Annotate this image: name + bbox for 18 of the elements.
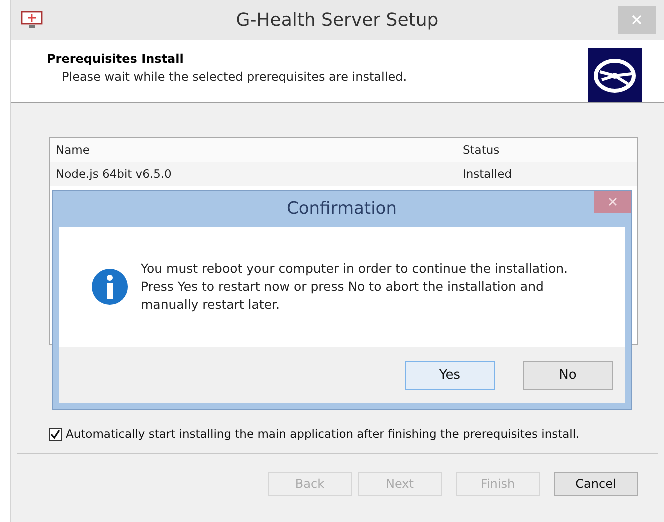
window-title: G-Health Server Setup xyxy=(236,10,439,30)
list-cell-text: Installed xyxy=(462,167,513,181)
dialog-message: You must reboot your computer in order to continue the installation. Press Yes to restart now or press No to abort the installation and manually restart later. xyxy=(141,260,570,314)
dialog-button[interactable]: Yes xyxy=(405,360,495,390)
column-header[interactable]: Name xyxy=(50,143,457,157)
info-icon xyxy=(91,268,129,306)
monitor-icon xyxy=(21,11,43,29)
page-title: Prerequisites Install xyxy=(47,52,185,66)
close-button[interactable] xyxy=(594,191,631,213)
list-cell-text: Node.js 64bit v6.5.0 xyxy=(55,167,173,181)
dialog-button[interactable]: No xyxy=(523,360,613,390)
column-header[interactable]: Status xyxy=(457,143,607,157)
page-subtitle: Please wait while the selected prerequisites are installed. xyxy=(62,70,408,84)
checkbox-label: Automatically start installing the main application after finishing the prerequisites install. xyxy=(66,427,580,441)
close-button[interactable] xyxy=(618,6,656,34)
wizard-button[interactable]: Cancel xyxy=(554,472,638,496)
checkbox[interactable] xyxy=(49,428,62,440)
dialog-title: Confirmation xyxy=(287,199,397,219)
